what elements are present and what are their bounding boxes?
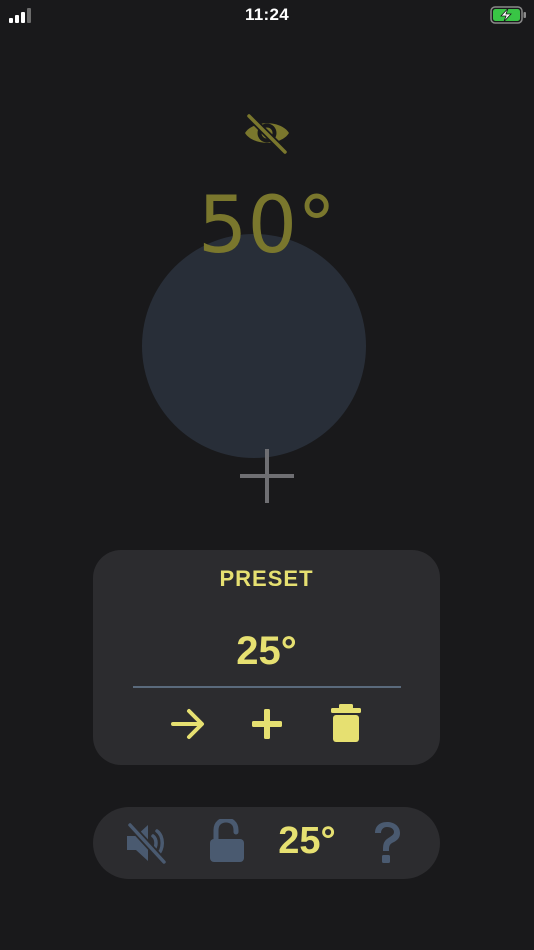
question-icon[interactable] [370,821,404,865]
speaker-mute-icon[interactable] [124,822,170,864]
eye-slash-icon[interactable] [241,110,293,156]
battery-charging-icon [490,6,526,24]
preset-value[interactable]: 25° [93,629,440,674]
preset-title: PRESET [219,566,314,591]
current-temperature: 50° [197,181,337,271]
crosshair-icon[interactable] [240,449,294,503]
unlock-icon[interactable] [208,819,246,863]
status-time: 11:24 [244,5,290,24]
plus-icon[interactable] [249,706,285,742]
toolbar-temperature[interactable]: 25° [271,820,343,863]
trash-icon[interactable] [331,704,361,742]
status-bar: 11:24 [0,0,534,32]
preset-divider [133,686,401,688]
arrow-right-icon[interactable] [170,706,206,742]
